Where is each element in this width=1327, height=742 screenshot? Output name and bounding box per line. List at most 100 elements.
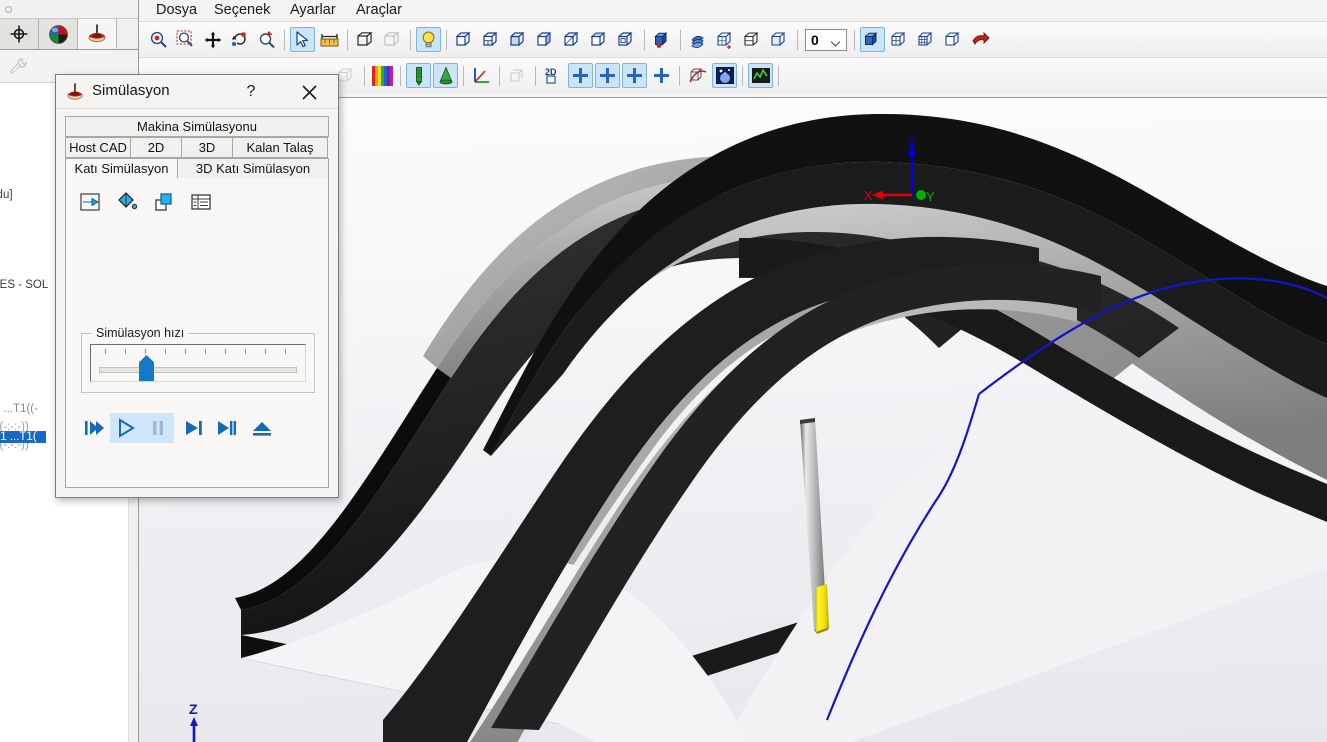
cube9-glyph [771,31,786,46]
zoom-in-icon[interactable] [146,27,171,52]
view-back-icon[interactable] [560,27,585,52]
compare-icon[interactable] [152,190,176,214]
menu-secenek[interactable]: Seçenek [211,2,273,18]
toolbar-primary[interactable]: 0 [139,21,1327,57]
cube-alt2-icon[interactable] [767,27,792,52]
dialog-titlebar[interactable]: Simülasyon ? [56,75,338,109]
tab-row-1[interactable]: Makina Simülasyonu [65,116,331,137]
tree-item[interactable]: er ...T1((- [0,403,38,415]
view-front-icon[interactable] [506,27,531,52]
tree-item[interactable]: SES - SOL [0,279,48,291]
shade-wire2-icon[interactable] [914,27,939,52]
shade-solid-icon[interactable] [860,27,885,52]
tab-row-2[interactable]: Host CAD 2D 3D Kalan Talaş [65,137,331,158]
tab-kati-simulasyon[interactable]: Katı Simülasyon [65,158,178,179]
left-panel-tabs[interactable] [0,19,138,50]
skip-end-button[interactable] [210,413,242,443]
toolbar-separator [446,29,447,50]
pause-button[interactable] [142,413,174,443]
zoom-level-combo[interactable]: 0 [805,28,847,51]
tool-cone-icon[interactable] [433,63,458,88]
measure-icon[interactable] [317,27,342,52]
slider-track[interactable] [99,367,297,373]
help-button[interactable]: ? [239,80,263,104]
view-cube-blue-icon[interactable] [650,27,675,52]
tab-target[interactable] [0,19,39,49]
zoom-dynamic-icon[interactable] [254,27,279,52]
layers-icon[interactable] [686,27,711,52]
tab-3d[interactable]: 3D [181,137,233,158]
shade-box-icon[interactable] [353,27,378,52]
tab-3d-kati-simulasyon[interactable]: 3D Katı Simülasyon [177,158,329,179]
simulation-dialog[interactable]: Simülasyon ? Makina Simülasyonu Host CAD… [55,74,339,498]
import-step-icon[interactable] [78,190,102,214]
play-button[interactable] [110,413,142,443]
tab-makina-simulasyonu[interactable]: Makina Simülasyonu [65,116,329,137]
menu-dosya[interactable]: Dosya [153,2,200,18]
crosshair-2-icon[interactable] [595,63,620,88]
graph-icon[interactable] [748,63,773,88]
tool-drill-icon[interactable] [406,63,431,88]
shade-box-disabled-icon[interactable] [380,27,405,52]
tab-host-cad[interactable]: Host CAD [65,137,131,158]
slider-thumb[interactable] [139,355,154,381]
drill-green-glyph [415,66,422,86]
tree-item-selected[interactable]: er1 ...T1( [0,431,46,443]
dialog-tab-group[interactable]: Makina Simülasyonu Host CAD 2D 3D Kalan … [65,116,331,179]
spinning-top-icon [65,82,85,102]
view-iso-icon[interactable] [452,27,477,52]
speed-slider[interactable] [90,344,306,382]
crosshair-target-icon [10,25,28,43]
menu-ayarlar[interactable]: Ayarlar [287,2,339,18]
undo-view-icon[interactable] [968,27,993,52]
select-arrow-icon[interactable] [290,27,315,52]
step-forward-button[interactable] [78,413,110,443]
next-frame-button[interactable] [178,413,210,443]
view-bottom-icon[interactable] [614,27,639,52]
tree-item[interactable]: ldu] [0,189,13,201]
shade-plain-icon[interactable] [941,27,966,52]
list-view-icon[interactable] [189,190,213,214]
rotate-icon[interactable] [227,27,252,52]
close-icon[interactable] [296,79,322,105]
skip-next-icon [186,421,202,435]
grid-cube-icon[interactable] [713,27,738,52]
pan-icon[interactable] [200,27,225,52]
tab-colorball[interactable] [39,19,78,49]
speed-group-label: Simülasyon hızı [92,326,189,340]
toolbar-separator [778,65,779,86]
render-quality-icon[interactable] [712,63,737,88]
zoom-level-value: 0 [811,31,819,48]
tab-2d[interactable]: 2D [130,137,182,158]
eject-button[interactable] [246,413,278,443]
lightbulb-icon[interactable] [416,27,441,52]
axis-gizmo: Z X Y [864,134,944,210]
slider-tick [285,349,286,354]
view-right-icon[interactable] [533,27,558,52]
color-gradient-icon[interactable] [370,63,395,88]
wrench-icon[interactable] [8,55,30,77]
stock-dim-icon[interactable] [505,63,530,88]
menu-bar[interactable]: Dosya Seçenek Ayarlar Araçlar [139,0,1327,21]
tab-row-3[interactable]: Katı Simülasyon 3D Katı Simülasyon [65,158,331,179]
crosshair-4-icon[interactable] [649,63,674,88]
section-cut-icon[interactable] [685,63,710,88]
cube-alt1-icon[interactable] [740,27,765,52]
dialog-toolbar[interactable] [78,190,213,214]
menu-araclar[interactable]: Araçlar [353,2,405,18]
box-wire-glyph [357,32,373,46]
crosshair-3-icon[interactable] [622,63,647,88]
axes-icon[interactable] [469,63,494,88]
tab-simulation[interactable] [78,19,117,49]
crosshair-1-icon[interactable] [568,63,593,88]
cube4-glyph [537,31,551,46]
playback-controls[interactable] [78,413,278,443]
zoom-window-icon[interactable] [173,27,198,52]
view-top-icon[interactable] [479,27,504,52]
tab-kalan-talas[interactable]: Kalan Talaş [232,137,328,158]
fill-color-icon[interactable] [115,190,139,214]
cube8-glyph [744,31,759,46]
view-left-icon[interactable] [587,27,612,52]
2d-view-icon[interactable]: 2D [541,63,566,88]
shade-wire1-icon[interactable] [887,27,912,52]
